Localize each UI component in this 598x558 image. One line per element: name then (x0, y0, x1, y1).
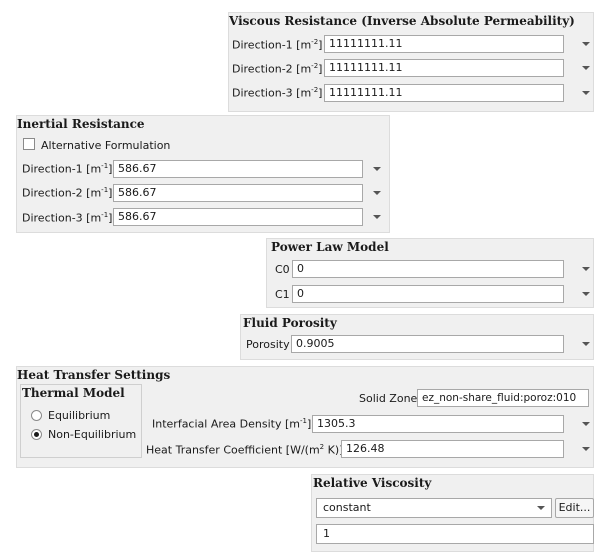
c0-input[interactable]: 0 (292, 260, 564, 278)
equilibrium-radio[interactable] (31, 410, 42, 421)
interfacial-area-density-label: Interfacial Area Density [m-1] (152, 417, 312, 431)
inertial-direction-2-dropdown-icon[interactable] (372, 188, 382, 198)
viscous-direction-2-label: Direction-2 [m-2] (232, 62, 323, 76)
interfacial-area-density-input[interactable]: 1305.3 (312, 415, 564, 433)
c1-label: C1 (275, 288, 290, 301)
porosity-input[interactable]: 0.9005 (291, 335, 564, 353)
inertial-direction-3-input[interactable]: 586.67 (113, 208, 363, 226)
inertial-direction-3-dropdown-icon[interactable] (372, 212, 382, 222)
viscous-direction-3-input[interactable]: 11111111.11 (324, 84, 564, 102)
viscous-direction-2-input[interactable]: 11111111.11 (324, 59, 564, 77)
relative-viscosity-title: Relative Viscosity (313, 476, 432, 490)
viscous-direction-3-label: Direction-3 [m-2] (232, 86, 323, 100)
c0-dropdown-icon[interactable] (581, 264, 591, 274)
non-equilibrium-radio[interactable] (31, 429, 42, 440)
fluid-porosity-title: Fluid Porosity (243, 316, 337, 330)
inertial-direction-1-dropdown-icon[interactable] (372, 164, 382, 174)
alternative-formulation-checkbox[interactable] (23, 138, 35, 150)
alternative-formulation-label: Alternative Formulation (41, 139, 171, 152)
heat-transfer-coefficient-dropdown-icon[interactable] (581, 444, 591, 454)
c1-input[interactable]: 0 (292, 285, 564, 303)
interfacial-area-density-dropdown-icon[interactable] (581, 419, 591, 429)
heat-transfer-coefficient-input[interactable]: 126.48 (341, 440, 564, 458)
viscous-direction-1-dropdown-icon[interactable] (581, 39, 591, 49)
solid-zone-label: Solid Zone (359, 392, 418, 405)
viscous-direction-1-input[interactable]: 11111111.11 (324, 35, 564, 53)
porosity-dropdown-icon[interactable] (581, 339, 591, 349)
power-law-title: Power Law Model (271, 240, 389, 254)
heat-transfer-coefficient-label: Heat Transfer Coefficient [W/(m2 K)] (146, 443, 344, 457)
inertial-direction-1-label: Direction-1 [m-1] (22, 162, 113, 176)
viscous-direction-3-dropdown-icon[interactable] (581, 88, 591, 98)
thermal-model-title: Thermal Model (22, 386, 125, 400)
edit-button[interactable]: Edit... (555, 498, 594, 518)
inertial-resistance-title: Inertial Resistance (17, 117, 145, 131)
relative-viscosity-value-input[interactable]: 1 (316, 524, 594, 544)
viscous-resistance-title: Viscous Resistance (Inverse Absolute Per… (229, 14, 575, 28)
inertial-direction-2-input[interactable]: 586.67 (113, 184, 363, 202)
equilibrium-label: Equilibrium (48, 409, 111, 422)
viscous-direction-1-label: Direction-1 [m-2] (232, 38, 323, 52)
non-equilibrium-label: Non-Equilibrium (48, 428, 137, 441)
inertial-direction-2-label: Direction-2 [m-1] (22, 186, 113, 200)
inertial-direction-3-label: Direction-3 [m-1] (22, 211, 113, 225)
relative-viscosity-method-select[interactable]: constant (316, 498, 552, 518)
porosity-label: Porosity (246, 338, 290, 351)
viscous-direction-2-dropdown-icon[interactable] (581, 63, 591, 73)
c0-label: C0 (275, 263, 290, 276)
inertial-direction-1-input[interactable]: 586.67 (113, 160, 363, 178)
solid-zone-select[interactable]: ez_non-share_fluid:poroz:010 (417, 389, 589, 407)
chevron-down-icon (537, 506, 545, 510)
heat-transfer-title: Heat Transfer Settings (17, 368, 171, 382)
c1-dropdown-icon[interactable] (581, 289, 591, 299)
